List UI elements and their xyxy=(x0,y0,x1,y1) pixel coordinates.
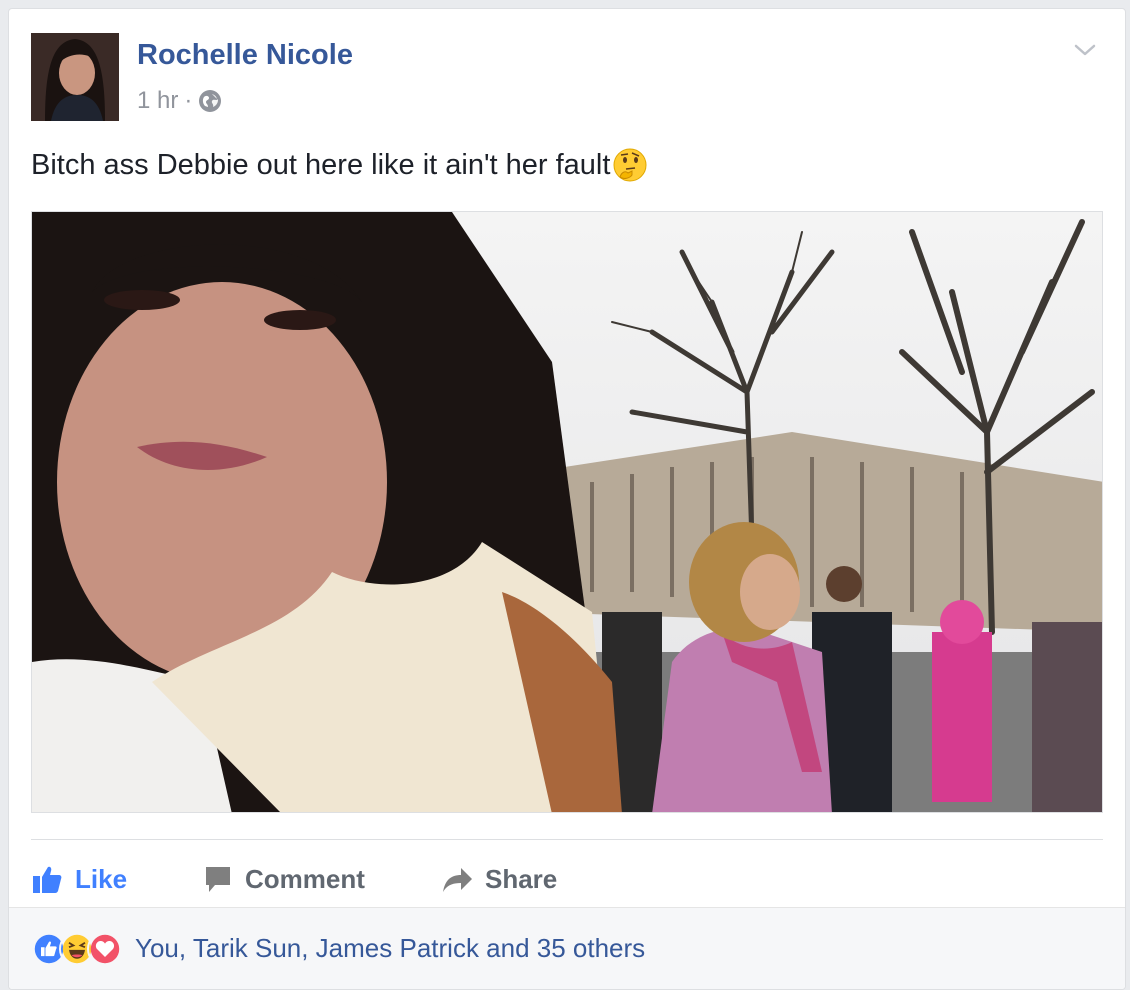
post-timestamp[interactable]: 1 hr xyxy=(137,87,178,115)
love-reaction-icon xyxy=(87,930,123,967)
thinking-face-emoji xyxy=(613,148,647,182)
author-name-link[interactable]: Rochelle Nicole xyxy=(137,39,353,72)
comment-label: Comment xyxy=(245,863,365,894)
post-photo[interactable] xyxy=(31,211,1103,813)
chevron-down-icon[interactable] xyxy=(1073,41,1097,59)
globe-icon[interactable] xyxy=(198,89,222,113)
post-meta: 1 hr · xyxy=(137,87,222,115)
divider xyxy=(31,839,1103,840)
reactions-summary[interactable]: You, Tarik Sun, James Patrick and 35 oth… xyxy=(9,907,1125,989)
like-button[interactable]: Like xyxy=(31,851,127,907)
share-label: Share xyxy=(485,863,558,894)
thumbs-up-icon xyxy=(33,866,62,893)
reaction-icons xyxy=(31,930,123,967)
comment-button[interactable]: Comment xyxy=(203,851,365,907)
like-label: Like xyxy=(75,863,128,894)
post-card: Rochelle Nicole 1 hr · Bitch ass Debbie … xyxy=(8,8,1126,990)
reaction-names-link[interactable]: You, Tarik Sun, James Patrick and 35 oth… xyxy=(135,933,645,964)
share-arrow-icon xyxy=(443,868,472,892)
post-message: Bitch ass Debbie out here like it ain't … xyxy=(31,148,611,181)
author-avatar[interactable] xyxy=(31,33,119,121)
share-button[interactable]: Share xyxy=(441,851,557,907)
post-text: Bitch ass Debbie out here like it ain't … xyxy=(31,147,648,183)
meta-separator: · xyxy=(184,87,193,114)
comment-bubble-icon xyxy=(206,867,230,892)
post-actions-bar: Like Comment Share xyxy=(31,851,1103,907)
